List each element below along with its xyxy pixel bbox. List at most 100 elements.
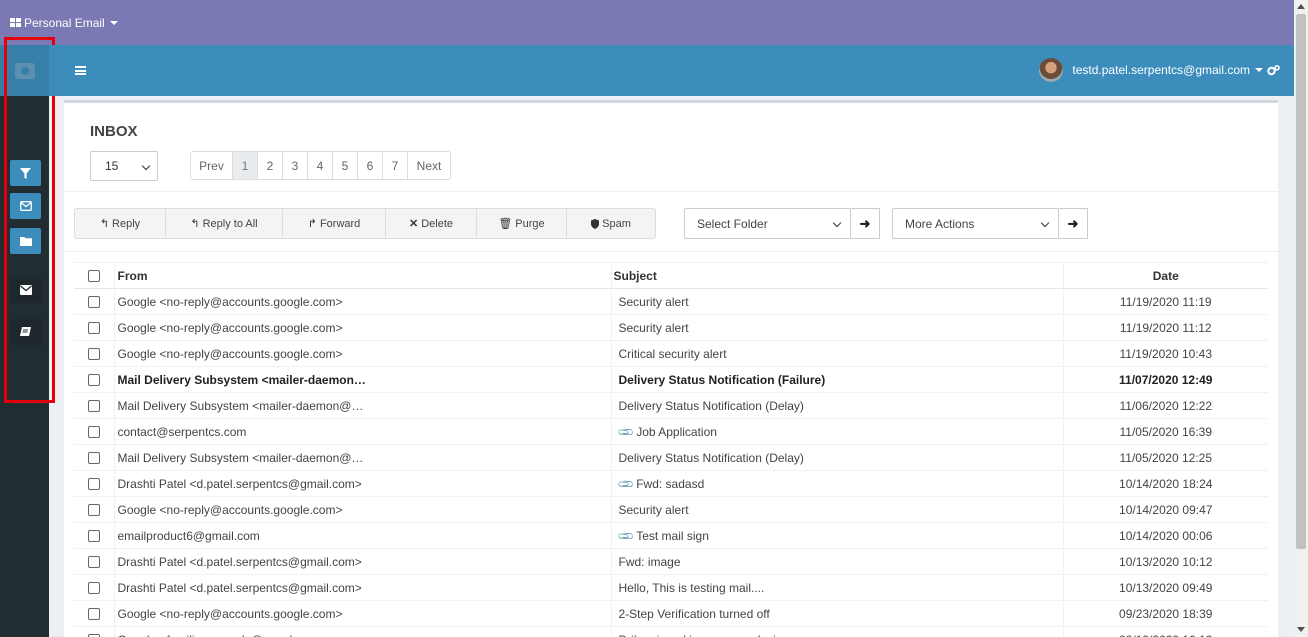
folder-select[interactable]: Select Folder bbox=[684, 208, 851, 239]
pagination-page-1[interactable]: 1 bbox=[233, 152, 258, 179]
row-from[interactable]: Drashti Patel <d.patel.serpentcs@gmail.c… bbox=[114, 574, 612, 601]
pagination-page-4[interactable]: 4 bbox=[308, 152, 333, 179]
row-from[interactable]: Mail Delivery Subsystem <mailer-daemon@… bbox=[114, 392, 612, 419]
row-subject[interactable]: Critical security alert bbox=[611, 340, 1064, 367]
table-row[interactable]: Mail Delivery Subsystem <mailer-daemon… D… bbox=[74, 366, 1268, 393]
reply-button[interactable]: ↰ Reply bbox=[75, 209, 166, 238]
row-date: 09/19/2020 10:12 bbox=[1063, 626, 1268, 637]
scroll-down-icon[interactable] bbox=[1297, 627, 1305, 632]
pagination-prev[interactable]: Prev bbox=[191, 152, 233, 179]
table-row[interactable]: Drashti Patel <d.patel.serpentcs@gmail.c… bbox=[74, 470, 1268, 497]
column-header-from[interactable]: From bbox=[114, 262, 612, 289]
row-checkbox[interactable] bbox=[87, 374, 100, 387]
row-checkbox-cell bbox=[74, 522, 115, 549]
per-page-select[interactable]: 15 bbox=[90, 151, 158, 181]
row-checkbox[interactable] bbox=[87, 296, 100, 309]
row-checkbox[interactable] bbox=[87, 582, 100, 595]
row-from[interactable]: Drashti Patel <d.patel.serpentcs@gmail.c… bbox=[114, 548, 612, 575]
sidebar-folder-button[interactable] bbox=[10, 228, 41, 254]
row-checkbox[interactable] bbox=[87, 426, 100, 439]
filter-icon bbox=[20, 167, 31, 179]
row-subject[interactable]: Delivery Status Notification (Delay) bbox=[611, 444, 1064, 471]
row-checkbox[interactable] bbox=[87, 556, 100, 569]
column-header-date[interactable]: Date bbox=[1063, 262, 1268, 289]
pagination-page-2[interactable]: 2 bbox=[258, 152, 283, 179]
row-subject[interactable]: Fwd: image bbox=[611, 548, 1064, 575]
row-subject[interactable]: 📎Fwd: sadasd bbox=[611, 470, 1064, 497]
row-from[interactable]: Mail Delivery Subsystem <mailer-daemon… bbox=[114, 366, 612, 393]
row-subject[interactable]: 📎Job Application bbox=[611, 418, 1064, 445]
divider bbox=[64, 251, 1278, 252]
forward-button[interactable]: ↱ Forward bbox=[283, 209, 386, 238]
table-row[interactable]: Google <no-reply@accounts.google.com> Sec… bbox=[74, 288, 1268, 315]
row-checkbox[interactable] bbox=[87, 608, 100, 621]
row-from[interactable]: emailproduct6@gmail.com bbox=[114, 522, 612, 549]
table-row[interactable]: emailproduct6@gmail.com 📎Test mail sign 10… bbox=[74, 522, 1268, 549]
shield-icon bbox=[591, 218, 600, 229]
table-row[interactable]: Mail Delivery Subsystem <mailer-daemon@…… bbox=[74, 392, 1268, 419]
select-all-checkbox[interactable] bbox=[87, 270, 100, 283]
pagination-page-6[interactable]: 6 bbox=[358, 152, 383, 179]
row-subject[interactable]: Hello, This is testing mail.... bbox=[611, 574, 1064, 601]
row-subject[interactable]: 2-Step Verification turned off bbox=[611, 600, 1064, 627]
sidebar-book-button[interactable] bbox=[10, 319, 41, 345]
reply-all-button[interactable]: ↰ Reply to All bbox=[166, 209, 283, 238]
row-subject[interactable]: Delivery Status Notification (Failure) bbox=[611, 366, 1064, 393]
row-checkbox[interactable] bbox=[87, 400, 100, 413]
table-row[interactable]: Google <no-reply@accounts.google.com> Sec… bbox=[74, 496, 1268, 523]
pagination-page-5[interactable]: 5 bbox=[333, 152, 358, 179]
row-checkbox[interactable] bbox=[87, 348, 100, 361]
move-to-folder-button[interactable]: ➜ bbox=[851, 208, 880, 239]
row-checkbox[interactable] bbox=[87, 322, 100, 335]
table-row[interactable]: Google <families-noreply@google.com> Drib… bbox=[74, 626, 1268, 637]
table-row[interactable]: Drashti Patel <d.patel.serpentcs@gmail.c… bbox=[74, 574, 1268, 601]
row-subject[interactable]: Security alert bbox=[611, 314, 1064, 341]
delete-button[interactable]: ✕ Delete bbox=[386, 209, 477, 238]
hamburger-menu-icon[interactable] bbox=[75, 66, 86, 75]
row-from[interactable]: Google <no-reply@accounts.google.com> bbox=[114, 314, 612, 341]
purge-button[interactable]: 🗑 Purge bbox=[477, 209, 567, 238]
row-checkbox[interactable] bbox=[87, 504, 100, 517]
row-from[interactable]: Google <no-reply@accounts.google.com> bbox=[114, 288, 612, 315]
row-subject[interactable]: 📎Test mail sign bbox=[611, 522, 1064, 549]
app-switcher[interactable]: Personal Email bbox=[10, 16, 118, 30]
chevron-down-icon bbox=[1040, 218, 1050, 228]
row-subject-text: Security alert bbox=[618, 320, 689, 335]
apply-action-button[interactable]: ➜ bbox=[1059, 208, 1088, 239]
row-from[interactable]: Mail Delivery Subsystem <mailer-daemon@… bbox=[114, 444, 612, 471]
row-subject[interactable]: Dribe signed in on a new device bbox=[611, 626, 1064, 637]
row-subject[interactable]: Security alert bbox=[611, 288, 1064, 315]
row-subject[interactable]: Security alert bbox=[611, 496, 1064, 523]
row-checkbox[interactable] bbox=[87, 452, 100, 465]
row-checkbox[interactable] bbox=[87, 530, 100, 543]
scroll-up-icon[interactable] bbox=[1297, 4, 1305, 9]
table-row[interactable]: Google <no-reply@accounts.google.com> 2-S… bbox=[74, 600, 1268, 627]
gears-icon[interactable] bbox=[1267, 64, 1280, 76]
table-row[interactable]: Drashti Patel <d.patel.serpentcs@gmail.c… bbox=[74, 548, 1268, 575]
table-row[interactable]: Mail Delivery Subsystem <mailer-daemon@…… bbox=[74, 444, 1268, 471]
table-row[interactable]: contact@serpentcs.com 📎Job Application 11/… bbox=[74, 418, 1268, 445]
table-row[interactable]: Google <no-reply@accounts.google.com> Cri… bbox=[74, 340, 1268, 367]
sidebar-mail-button[interactable] bbox=[10, 277, 41, 303]
sidebar-filter-button[interactable] bbox=[10, 160, 41, 186]
row-subject[interactable]: Delivery Status Notification (Delay) bbox=[611, 392, 1064, 419]
row-from[interactable]: contact@serpentcs.com bbox=[114, 418, 612, 445]
sidebar-compose-button[interactable] bbox=[10, 193, 41, 219]
row-from[interactable]: Google <families-noreply@google.com> bbox=[114, 626, 612, 637]
column-header-subject[interactable]: Subject bbox=[611, 262, 1064, 289]
user-menu[interactable]: testd.patel.serpentcs@gmail.com bbox=[1039, 58, 1280, 82]
row-from[interactable]: Drashti Patel <d.patel.serpentcs@gmail.c… bbox=[114, 470, 612, 497]
more-actions-select[interactable]: More Actions bbox=[892, 208, 1059, 239]
scrollbar-thumb[interactable] bbox=[1296, 14, 1306, 549]
row-checkbox[interactable] bbox=[87, 478, 100, 491]
pagination-next[interactable]: Next bbox=[408, 152, 450, 179]
pagination-page-3[interactable]: 3 bbox=[283, 152, 308, 179]
row-from[interactable]: Google <no-reply@accounts.google.com> bbox=[114, 340, 612, 367]
folder-icon bbox=[19, 237, 32, 246]
pagination-page-7[interactable]: 7 bbox=[383, 152, 408, 179]
row-from[interactable]: Google <no-reply@accounts.google.com> bbox=[114, 600, 612, 627]
row-from[interactable]: Google <no-reply@accounts.google.com> bbox=[114, 496, 612, 523]
table-row[interactable]: Google <no-reply@accounts.google.com> Sec… bbox=[74, 314, 1268, 341]
page-scrollbar[interactable] bbox=[1294, 0, 1308, 637]
spam-button[interactable]: Spam bbox=[567, 209, 655, 238]
